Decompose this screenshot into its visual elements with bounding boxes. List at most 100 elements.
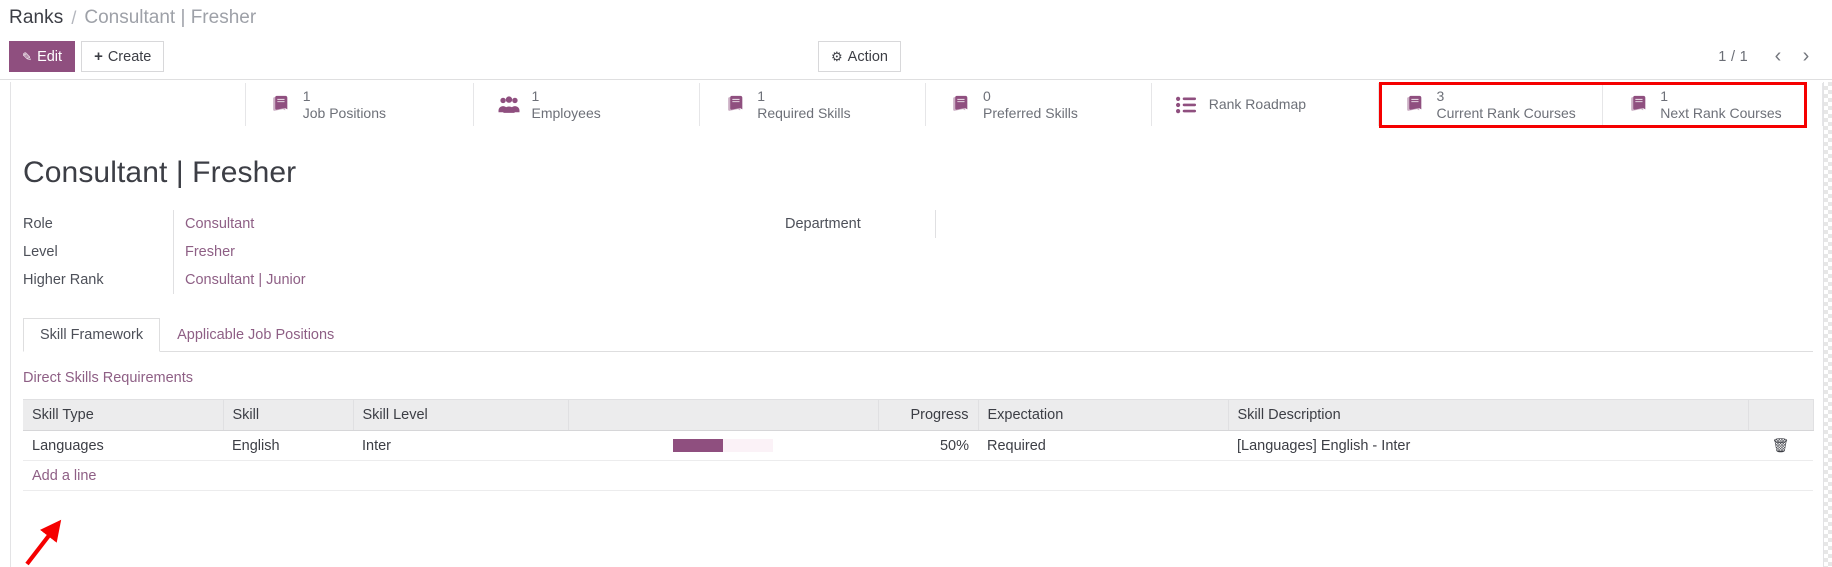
- book-icon: [270, 94, 292, 116]
- stat-button-current-rank-courses[interactable]: 3Current Rank Courses: [1379, 83, 1603, 126]
- plus-icon: +: [94, 49, 103, 64]
- column-header-spacer: [568, 400, 878, 431]
- column-header-expectation[interactable]: Expectation: [978, 400, 1228, 431]
- canvas-edge-pattern: [1824, 82, 1832, 567]
- breadcrumb-current: Consultant | Fresher: [84, 7, 256, 29]
- action-button[interactable]: ⚙ Action: [818, 41, 901, 72]
- column-header-progress[interactable]: Progress: [878, 400, 978, 431]
- column-header-skill[interactable]: Skill: [223, 400, 353, 431]
- stat-button-label: Job Positions: [303, 105, 386, 122]
- progress-bar-fill: [673, 439, 723, 452]
- field-label-level: Level: [23, 244, 173, 260]
- skills-table-head: Skill Type Skill Skill Level Progress Ex…: [23, 400, 1813, 431]
- users-icon: [498, 94, 520, 116]
- stat-button-text: 1Required Skills: [757, 88, 850, 121]
- pager-previous-button[interactable]: ‹: [1764, 43, 1792, 71]
- stat-button-value: 1: [1660, 88, 1781, 105]
- stat-button-rank-roadmap[interactable]: Rank Roadmap: [1152, 83, 1380, 126]
- stat-button-text: 0Preferred Skills: [983, 88, 1078, 121]
- action-button-label: Action: [848, 49, 888, 65]
- pager: 1 / 1 ‹ ›: [1718, 41, 1820, 72]
- skills-table-body: LanguagesEnglishInter50%Required[Languag…: [23, 431, 1813, 461]
- add-line-divider: [23, 490, 1813, 491]
- skills-table-header-row: Skill Type Skill Skill Level Progress Ex…: [23, 400, 1813, 431]
- stat-button-preferred-skills[interactable]: 0Preferred Skills: [926, 83, 1152, 126]
- stat-button-label: Next Rank Courses: [1660, 105, 1781, 122]
- progress-bar: [673, 439, 773, 452]
- notebook: Skill FrameworkApplicable Job Positions …: [23, 318, 1813, 491]
- pencil-icon: ✎: [22, 51, 32, 63]
- field-label-role: Role: [23, 216, 173, 232]
- list-icon: [1176, 94, 1198, 116]
- book-icon: [724, 94, 746, 116]
- table-row[interactable]: LanguagesEnglishInter50%Required[Languag…: [23, 431, 1813, 461]
- stat-button-value: 0: [983, 88, 1078, 105]
- column-header-skill-level[interactable]: Skill Level: [353, 400, 568, 431]
- stat-button-text: Rank Roadmap: [1209, 96, 1306, 113]
- field-label-higher-rank: Higher Rank: [23, 272, 173, 288]
- column-header-actions: [1748, 400, 1813, 431]
- trash-icon[interactable]: 🗑: [1772, 437, 1790, 453]
- stat-button-next-rank-courses[interactable]: 1Next Rank Courses: [1603, 83, 1823, 126]
- stat-button-label: Required Skills: [757, 105, 850, 122]
- cell-delete-action: 🗑: [1748, 431, 1813, 461]
- stat-button-text: 1Employees: [531, 88, 600, 121]
- field-label-department: Department: [785, 216, 935, 232]
- pager-count: 1 / 1: [1718, 49, 1748, 65]
- form-column-left: Role Consultant Level Fresher Higher Rank Con…: [23, 210, 783, 294]
- form-row-department: Department: [785, 210, 1545, 238]
- record-action-buttons: ✎ Edit + Create: [9, 41, 164, 72]
- cell-progress-value: 50%: [878, 431, 978, 461]
- section-subtitle: Direct Skills Requirements: [23, 370, 1813, 386]
- stat-button-required-skills[interactable]: 1Required Skills: [700, 83, 926, 126]
- create-button[interactable]: + Create: [81, 41, 164, 72]
- cell-skill-description: [Languages] English - Inter: [1228, 431, 1748, 461]
- field-value-role[interactable]: Consultant: [185, 216, 254, 232]
- field-value-wrapper: Fresher: [173, 238, 783, 266]
- form-row-role: Role Consultant: [23, 210, 783, 238]
- field-value-higher-rank[interactable]: Consultant | Junior: [185, 272, 306, 288]
- stat-button-label: Preferred Skills: [983, 105, 1078, 122]
- tab-applicable-job-positions[interactable]: Applicable Job Positions: [160, 318, 351, 352]
- field-value-level[interactable]: Fresher: [185, 244, 235, 260]
- cell-skill-type: Languages: [23, 431, 223, 461]
- breadcrumb-root[interactable]: Ranks: [9, 7, 63, 29]
- edit-button-label: Edit: [37, 49, 62, 65]
- stat-button-value: 1: [531, 88, 600, 105]
- stat-button-text: 1Next Rank Courses: [1660, 88, 1781, 121]
- tab-skill-framework[interactable]: Skill Framework: [23, 318, 160, 352]
- control-panel: ✎ Edit + Create ⚙ Action 1 / 1 ‹ ›: [0, 36, 1832, 80]
- column-header-skill-description[interactable]: Skill Description: [1228, 400, 1748, 431]
- stat-button-label: Rank Roadmap: [1209, 96, 1306, 113]
- breadcrumb: Ranks / Consultant | Fresher: [0, 0, 1832, 36]
- stat-button-employees[interactable]: 1Employees: [474, 83, 700, 126]
- field-value-wrapper: [935, 210, 1545, 238]
- stat-button-job-positions[interactable]: 1Job Positions: [246, 83, 475, 126]
- form-row-higher-rank: Higher Rank Consultant | Junior: [23, 266, 783, 294]
- stat-button-row: 1Job Positions1Employees1Required Skills…: [11, 83, 1823, 126]
- edit-button[interactable]: ✎ Edit: [9, 41, 75, 72]
- skills-table: Skill Type Skill Skill Level Progress Ex…: [23, 399, 1814, 461]
- app-root: Ranks / Consultant | Fresher ✎ Edit + Cr…: [0, 0, 1832, 567]
- cell-expectation: Required: [978, 431, 1228, 461]
- stat-button-text: 1Job Positions: [303, 88, 386, 121]
- form-row-level: Level Fresher: [23, 238, 783, 266]
- create-button-label: Create: [108, 49, 152, 65]
- column-header-skill-type[interactable]: Skill Type: [23, 400, 223, 431]
- notebook-tabs: Skill FrameworkApplicable Job Positions: [23, 318, 1813, 352]
- stat-button-value: 1: [303, 88, 386, 105]
- stat-button-placeholder: [11, 83, 246, 126]
- stat-button-label: Current Rank Courses: [1436, 105, 1575, 122]
- stat-button-value: 3: [1436, 88, 1575, 105]
- stat-button-text: 3Current Rank Courses: [1436, 88, 1575, 121]
- cell-skill-level: Inter: [353, 431, 568, 461]
- stat-button-value: 1: [757, 88, 850, 105]
- pager-next-button[interactable]: ›: [1792, 43, 1820, 71]
- form-column-right: Department: [785, 210, 1545, 238]
- page-title: Consultant | Fresher: [23, 156, 296, 190]
- breadcrumb-separator: /: [71, 8, 76, 29]
- book-icon: [1403, 94, 1425, 116]
- field-value-wrapper: Consultant: [173, 210, 783, 238]
- book-icon: [1627, 94, 1649, 116]
- add-a-line-button[interactable]: Add a line: [23, 461, 106, 484]
